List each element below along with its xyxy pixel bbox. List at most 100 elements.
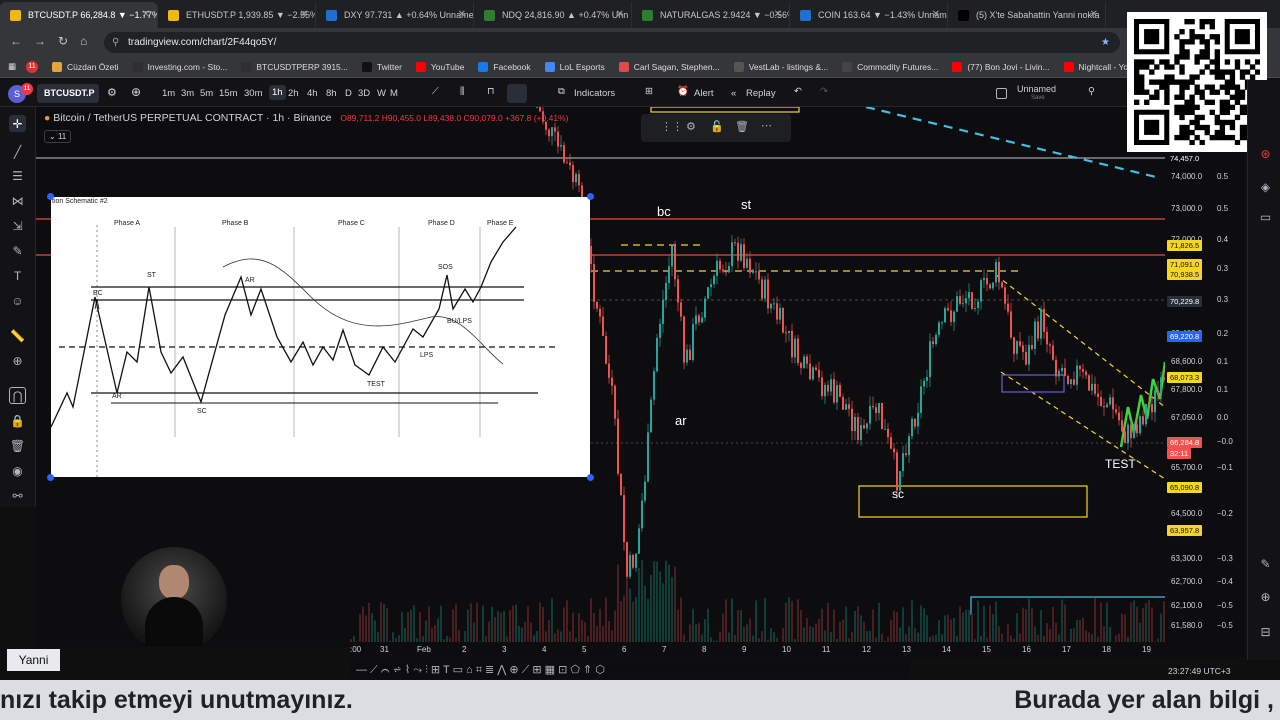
alert-icon[interactable]: ⏰: [677, 86, 689, 97]
price-label[interactable]: 63,957.8: [1167, 525, 1203, 536]
price-label[interactable]: 66,284.8: [1167, 437, 1203, 448]
reload-icon[interactable]: ↻: [58, 34, 68, 48]
compare-add-icon[interactable]: ⊕: [131, 85, 141, 99]
more-icon[interactable]: ⋯: [761, 119, 772, 132]
fib-icon[interactable]: ☰: [9, 167, 26, 184]
browser-tab[interactable]: COIN 163.64 ▼ −1.43% Unnam ✕: [790, 2, 948, 28]
trend-line-icon[interactable]: ╱: [9, 143, 26, 160]
alert-button[interactable]: Alert: [694, 88, 714, 99]
bookmark-item[interactable]: (77) Bon Jovi - Livin...: [952, 61, 1050, 72]
annotation-test[interactable]: TEST: [1105, 457, 1136, 471]
emoji-icon[interactable]: ☺: [9, 292, 26, 309]
tab-close-icon[interactable]: ✕: [616, 2, 624, 28]
bookmark-item[interactable]: BTCUSDTPERP 3915...: [241, 61, 348, 72]
resize-handle[interactable]: [47, 193, 54, 200]
forward-icon[interactable]: →: [34, 34, 46, 48]
line-chart-icon[interactable]: ⟋: [432, 86, 439, 97]
bar-type-icon[interactable]: ⊓: [487, 86, 494, 97]
time-axis[interactable]: :00 31 Feb 2 3 4 5 6 7 8 9 10 11 12 13 14 15 16 17 18 19: [350, 642, 1245, 658]
resize-handle[interactable]: [47, 474, 54, 481]
apps-icon[interactable]: ▦: [8, 61, 16, 72]
price-label[interactable]: 71,826.5: [1167, 240, 1203, 251]
indicators-button[interactable]: Indicators: [574, 88, 615, 99]
bookmark-item[interactable]: Carl Sagan, Stephen...: [618, 61, 720, 72]
bookmark-item[interactable]: Commodity Futures...: [842, 61, 938, 72]
timeframe-M[interactable]: M: [390, 88, 398, 99]
trash-icon[interactable]: 🗑: [9, 437, 26, 454]
replay-icon[interactable]: «: [731, 88, 736, 99]
help-icon[interactable]: ⊟: [1257, 623, 1274, 640]
ideas-icon[interactable]: ✎: [1257, 555, 1274, 572]
timeframe-4h[interactable]: 4h: [307, 88, 318, 99]
annotation-st[interactable]: st: [741, 197, 751, 212]
zoom-icon[interactable]: ⊕: [9, 352, 26, 369]
timeframe-3m[interactable]: 3m: [181, 88, 194, 99]
price-axis[interactable]: 74,000.00.573,000.00.572,000.00.471,000.…: [1165, 107, 1245, 647]
ruler-icon[interactable]: 📏: [9, 327, 26, 344]
resize-handle[interactable]: [587, 193, 594, 200]
tab-close-icon[interactable]: ✕: [458, 2, 466, 28]
draw-tool-icon[interactable]: — ⟋ ⌒ ⩫ ⌇ ⤳ ⫶ ⊞ T ▭ ⌂ ⌗ ≣ ⋀ ⊕ ⟋ ⊞ ▦ ⊡ ⬠ …: [356, 663, 605, 677]
price-label[interactable]: 68,073.3: [1167, 372, 1203, 383]
price-label[interactable]: 69,220.8: [1167, 331, 1203, 342]
address-bar[interactable]: ⚲ tradingview.com/chart/2F44qo5Y/ ★: [104, 32, 1120, 53]
site-info-icon[interactable]: ⚲: [112, 32, 119, 53]
layers-icon[interactable]: ◈: [1257, 178, 1274, 195]
pattern-icon[interactable]: ⋈: [9, 192, 26, 209]
timeframe-3D[interactable]: 3D: [358, 88, 370, 99]
layout-icon[interactable]: [996, 88, 1007, 99]
settings-icon[interactable]: ⚙: [686, 120, 696, 133]
chat-icon[interactable]: ▭: [1257, 208, 1274, 225]
drag-handle-icon[interactable]: ⋮⋮: [661, 120, 683, 133]
delete-icon[interactable]: 🗑: [735, 120, 749, 133]
symbol-search[interactable]: BTCUSDT.P: [37, 84, 99, 103]
replay-button[interactable]: Replay: [746, 88, 776, 99]
annotation-ar[interactable]: ar: [675, 413, 687, 428]
data-window-icon[interactable]: ⊕: [1257, 588, 1274, 605]
price-label[interactable]: 74,457.0: [1167, 153, 1203, 164]
tab-close-icon[interactable]: ✕: [142, 2, 150, 28]
forecast-icon[interactable]: ⇲: [9, 217, 26, 234]
layout-name[interactable]: Unnamed: [1017, 84, 1056, 94]
search-icon[interactable]: ⚲: [1088, 86, 1095, 97]
redo-icon[interactable]: ↷: [820, 86, 828, 97]
timeframe-30m[interactable]: 30m: [244, 88, 262, 99]
price-label[interactable]: 70,938.5: [1167, 269, 1203, 280]
browser-tab[interactable]: ETHUSDT.P 1,939.85 ▼ −2.55% ✕: [158, 2, 316, 28]
timeframe-5m[interactable]: 5m: [200, 88, 213, 99]
magnet-icon[interactable]: ⋂: [9, 387, 26, 404]
back-icon[interactable]: ←: [10, 34, 22, 48]
tab-close-icon[interactable]: ✕: [774, 2, 782, 28]
timeframe-1h[interactable]: 1h: [269, 85, 286, 100]
brush-icon[interactable]: ✎: [9, 242, 26, 259]
timeframe-8h[interactable]: 8h: [326, 88, 337, 99]
notifications-icon[interactable]: ⊛: [1257, 145, 1274, 162]
indicator-toggle[interactable]: ⌄ 11: [44, 130, 72, 143]
price-label[interactable]: 70,229.8: [1167, 296, 1203, 307]
indicators-icon[interactable]: ⧉: [558, 86, 565, 97]
wyckoff-schematic-image[interactable]: tion Schematic #2 Phase A Phase B Phase …: [47, 193, 594, 481]
link-icon[interactable]: ⚯: [9, 487, 26, 504]
eye-icon[interactable]: ◉: [9, 462, 26, 479]
layout-save[interactable]: Save: [1031, 95, 1045, 101]
cursor-icon[interactable]: ✛: [9, 115, 26, 132]
price-label[interactable]: 32:11: [1167, 448, 1192, 459]
settings-gear-icon[interactable]: ⚙: [107, 86, 117, 99]
browser-tab[interactable]: DXY 97.731 ▲ +0.64% Unname ✕: [316, 2, 474, 28]
browser-tab[interactable]: BTCUSDT.P 66,284.8 ▼ −1.77% ✕: [0, 2, 158, 28]
bookmark-item[interactable]: Investing.com - Sto...: [132, 61, 227, 72]
annotation-sc[interactable]: sc: [892, 487, 904, 501]
bookmark-star-icon[interactable]: ★: [1101, 32, 1110, 53]
chart-type-button[interactable]: [507, 84, 527, 103]
bookmark-item[interactable]: LoL Esports: [544, 61, 605, 72]
timeframe-2h[interactable]: 2h: [288, 88, 299, 99]
browser-tab[interactable]: NDQ 24,816.90 ▲ +0.47% Unn ✕: [474, 2, 632, 28]
timeframe-15m[interactable]: 15m: [219, 88, 237, 99]
text-icon[interactable]: T: [9, 267, 26, 284]
lock-drawings-icon[interactable]: 🔒: [9, 412, 26, 429]
home-icon[interactable]: ⌂: [80, 34, 87, 48]
annotation-bc[interactable]: bc: [657, 204, 671, 219]
timeframe-1m[interactable]: 1m: [162, 88, 175, 99]
undo-icon[interactable]: ↶: [794, 86, 802, 97]
bookmark-item[interactable]: Twitter: [361, 61, 402, 72]
